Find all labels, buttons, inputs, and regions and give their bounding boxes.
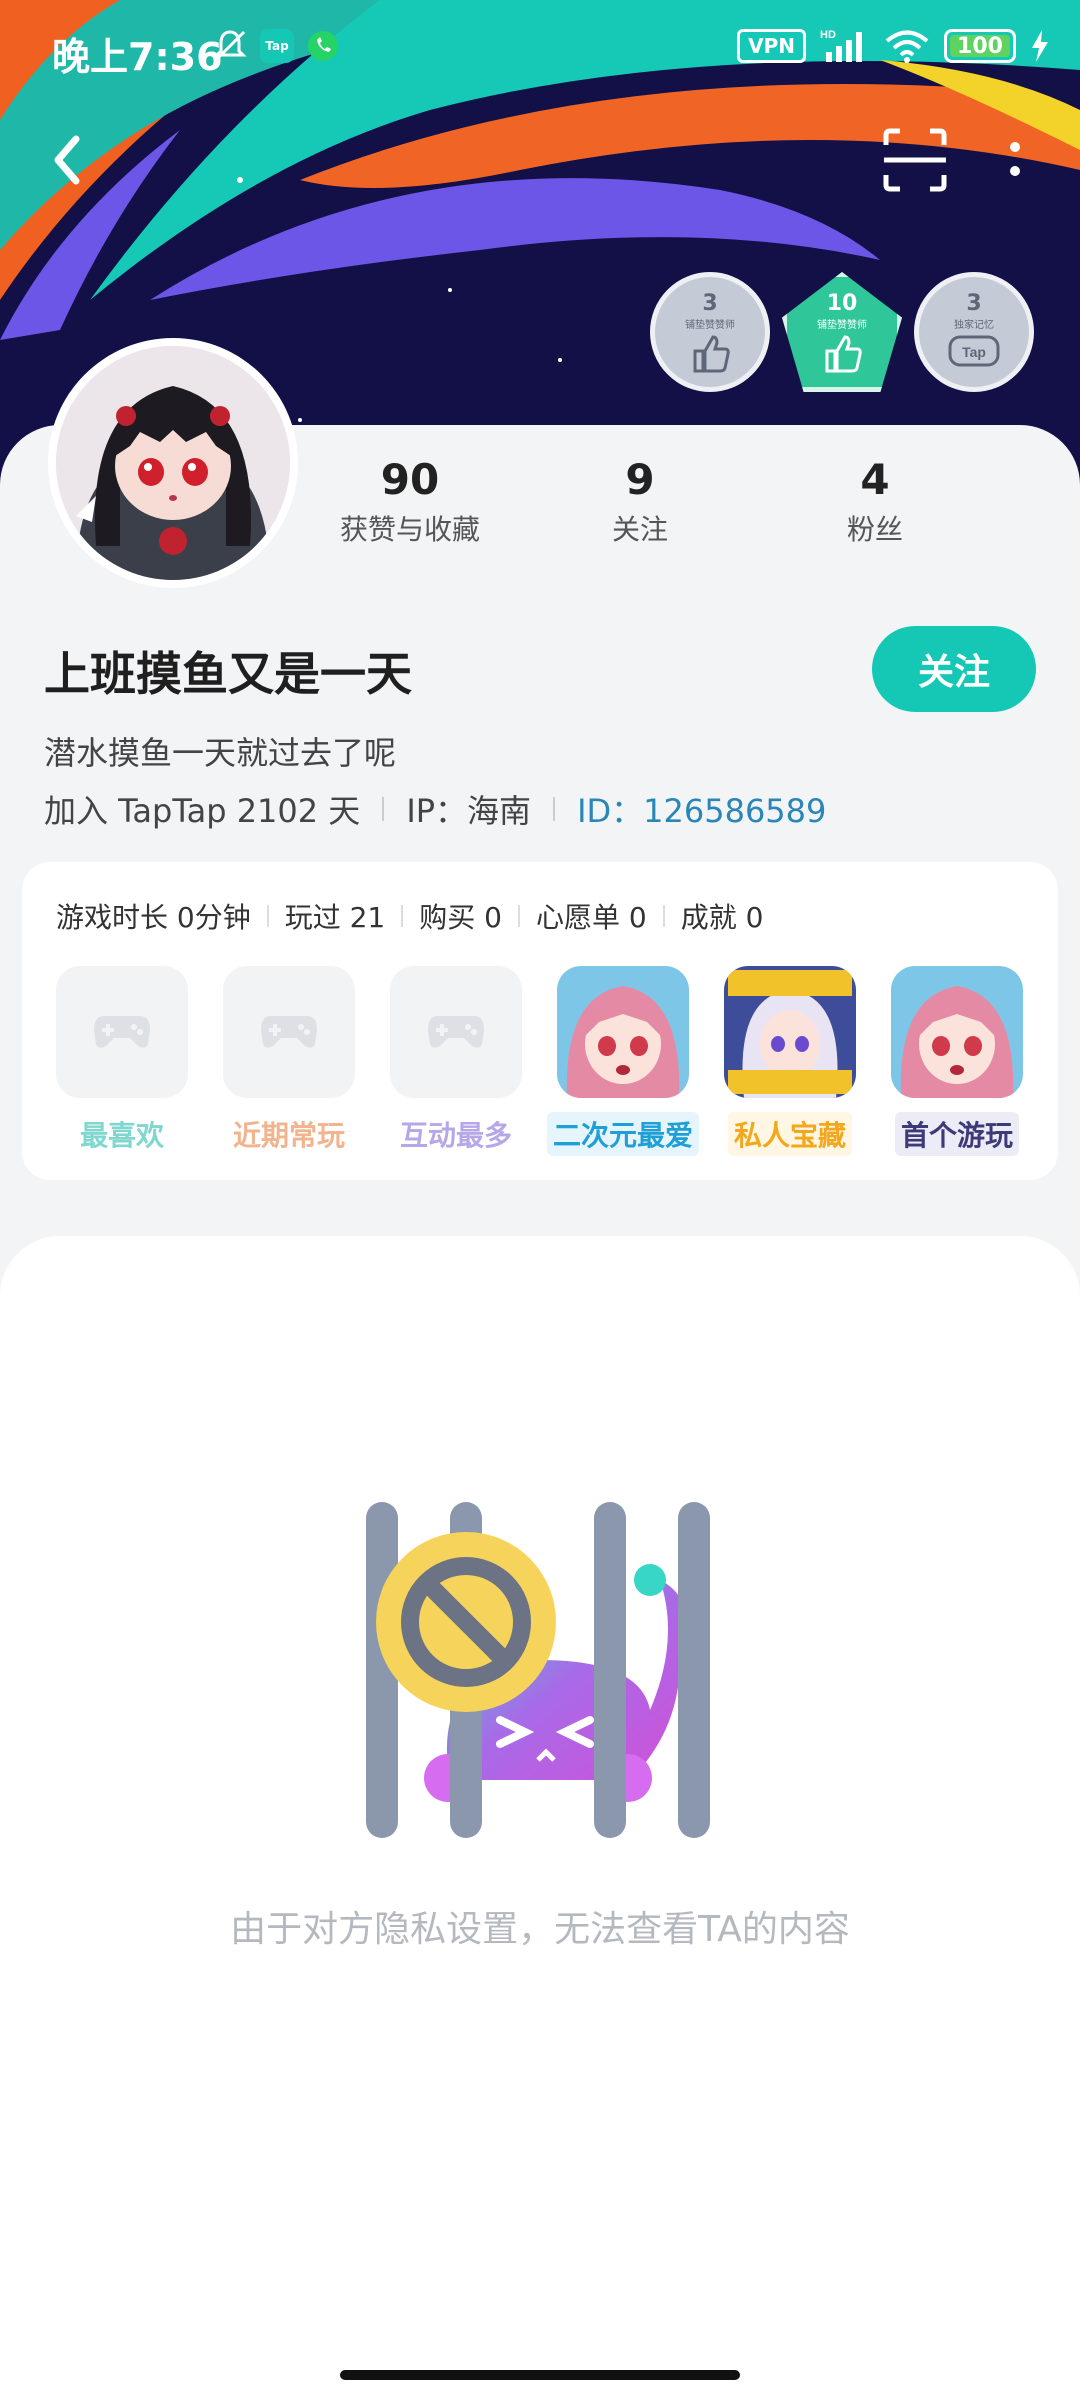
game-stat[interactable]: 玩过 21 [285, 896, 386, 936]
game-thumb-image [891, 966, 1023, 1098]
mute-bell-icon [213, 30, 247, 62]
game-tag-recent[interactable]: 近期常玩 [223, 966, 355, 1156]
divider [266, 905, 269, 927]
badge-title: 独家记忆 [954, 320, 994, 331]
game-tag-interactive[interactable]: 互动最多 [390, 966, 522, 1156]
game-stat[interactable]: 游戏时长 0分钟 [56, 896, 251, 936]
game-stat[interactable]: 购买 0 [419, 896, 502, 936]
scan-button[interactable] [880, 125, 950, 195]
game-tag-label: 二次元最爱 [547, 1112, 700, 1156]
battery-indicator: 100 [944, 29, 1016, 63]
game-stat[interactable]: 成就 0 [681, 896, 764, 936]
anime-girl-avatar [56, 346, 290, 580]
game-stats-row: 游戏时长 0分钟 玩过 21 购买 0 心愿单 0 成就 0 [56, 896, 763, 936]
divider [401, 905, 404, 927]
avatar-image [56, 346, 290, 580]
follow-button[interactable]: 关注 [872, 626, 1036, 712]
game-art-pink-hair [557, 966, 689, 1098]
stat-followers[interactable]: 4 粉丝 [795, 455, 955, 548]
profile-bio: 潜水摸鱼一天就过去了呢 [44, 734, 397, 772]
badge-item[interactable]: 10 铺垫赞赞师 [782, 272, 902, 392]
status-notification-icons: Tap [212, 28, 340, 64]
game-tag-label: 最喜欢 [73, 1112, 170, 1156]
privacy-message: 由于对方隐私设置，无法查看TA的内容 [230, 1909, 850, 1950]
profile-stats: 90 获赞与收藏 9 关注 4 粉丝 [340, 455, 1060, 548]
more-vertical-icon [1010, 142, 1020, 176]
stat-label: 粉丝 [846, 513, 903, 546]
svg-text:Tap: Tap [962, 344, 986, 360]
status-time: 晚上7:36 [52, 35, 223, 79]
badge-title: 铺垫赞赞师 [817, 320, 867, 331]
badge-count: 3 [966, 291, 982, 316]
profile-username: 上班摸鱼又是一天 [44, 647, 412, 701]
profile-meta: 加入 TapTap 2102 天 IP：海南 ID：126586589 [44, 786, 826, 832]
badge-count: 10 [826, 291, 858, 316]
back-button[interactable] [40, 125, 100, 195]
game-tag-first[interactable]: 首个游玩 [891, 966, 1023, 1156]
game-thumb-empty [390, 966, 522, 1098]
joined-days: 加入 TapTap 2102 天 [44, 792, 361, 830]
game-tag-treasure[interactable]: 私人宝藏 [724, 966, 856, 1156]
wifi-icon [885, 30, 929, 63]
signal-icon: HD [820, 29, 862, 62]
badge-title: 铺垫赞赞师 [685, 320, 735, 331]
game-tag-label: 首个游玩 [894, 1112, 1019, 1156]
stat-likes[interactable]: 90 获赞与收藏 [320, 455, 500, 548]
divider [382, 797, 385, 821]
game-tag-label: 私人宝藏 [727, 1112, 852, 1156]
game-thumb-image [724, 966, 856, 1098]
chevron-left-icon [54, 135, 80, 185]
charging-icon [1032, 30, 1048, 62]
badge-item[interactable]: 3 铺垫赞赞师 [650, 272, 770, 392]
gamepad-icon [428, 1016, 484, 1048]
badge-count: 3 [702, 291, 718, 316]
user-id[interactable]: ID：126586589 [577, 786, 826, 832]
game-art-isekai [724, 966, 856, 1098]
stat-label: 获赞与收藏 [339, 513, 480, 546]
stat-value: 4 [860, 455, 890, 504]
gamepad-icon [261, 1016, 317, 1048]
tap-controller-icon: Tap [948, 335, 1000, 367]
ip-location: IP：海南 [406, 792, 532, 830]
avatar[interactable] [48, 338, 298, 588]
game-thumb-empty [223, 966, 355, 1098]
home-indicator[interactable] [340, 2370, 740, 2380]
game-thumb-image [557, 966, 689, 1098]
games-card: 游戏时长 0分钟 玩过 21 购买 0 心愿单 0 成就 0 最喜欢 近期常玩 [22, 862, 1058, 1180]
game-tag-label: 近期常玩 [226, 1112, 351, 1156]
game-tag-anime[interactable]: 二次元最爱 [547, 966, 700, 1156]
divider [517, 905, 520, 927]
network-type: HD [820, 29, 836, 41]
achievement-badges: 3 铺垫赞赞师 10 铺垫赞赞师 3 独家记忆 Tap [650, 272, 1034, 392]
vpn-indicator: VPN [737, 29, 806, 63]
status-bar: 晚上7:36 Tap VPN HD 100 [0, 0, 1080, 100]
stat-value: 90 [380, 455, 440, 504]
thumbs-up-icon [693, 335, 730, 373]
gamepad-icon [94, 1016, 150, 1048]
divider [662, 905, 665, 927]
taptap-app-icon: Tap [260, 29, 294, 63]
stat-following[interactable]: 9 关注 [560, 455, 720, 548]
whatsapp-icon [308, 31, 338, 61]
game-tag-label: 互动最多 [393, 1112, 518, 1156]
battery-percent: 100 [957, 33, 1003, 59]
divider [553, 797, 556, 821]
stat-label: 关注 [611, 513, 668, 546]
more-options-button[interactable] [1000, 135, 1030, 195]
game-thumb-empty [56, 966, 188, 1098]
game-tags-row: 最喜欢 近期常玩 互动最多 二次元最爱 私人宝藏 首个游玩 [56, 966, 1023, 1156]
privacy-locked-illustration [366, 1502, 710, 1838]
stat-value: 9 [625, 455, 655, 504]
profile-screen: 晚上7:36 Tap VPN HD 100 3 铺垫赞赞师 10 铺垫赞赞师 3… [0, 0, 1080, 2400]
game-tag-favorite[interactable]: 最喜欢 [56, 966, 188, 1156]
scan-icon [883, 128, 947, 192]
game-art-pink-hair [891, 966, 1023, 1098]
thumbs-up-icon [825, 335, 862, 373]
badge-item[interactable]: 3 独家记忆 Tap [914, 272, 1034, 392]
game-stat[interactable]: 心愿单 0 [536, 896, 647, 936]
status-system-icons: VPN HD 100 [737, 28, 1050, 64]
